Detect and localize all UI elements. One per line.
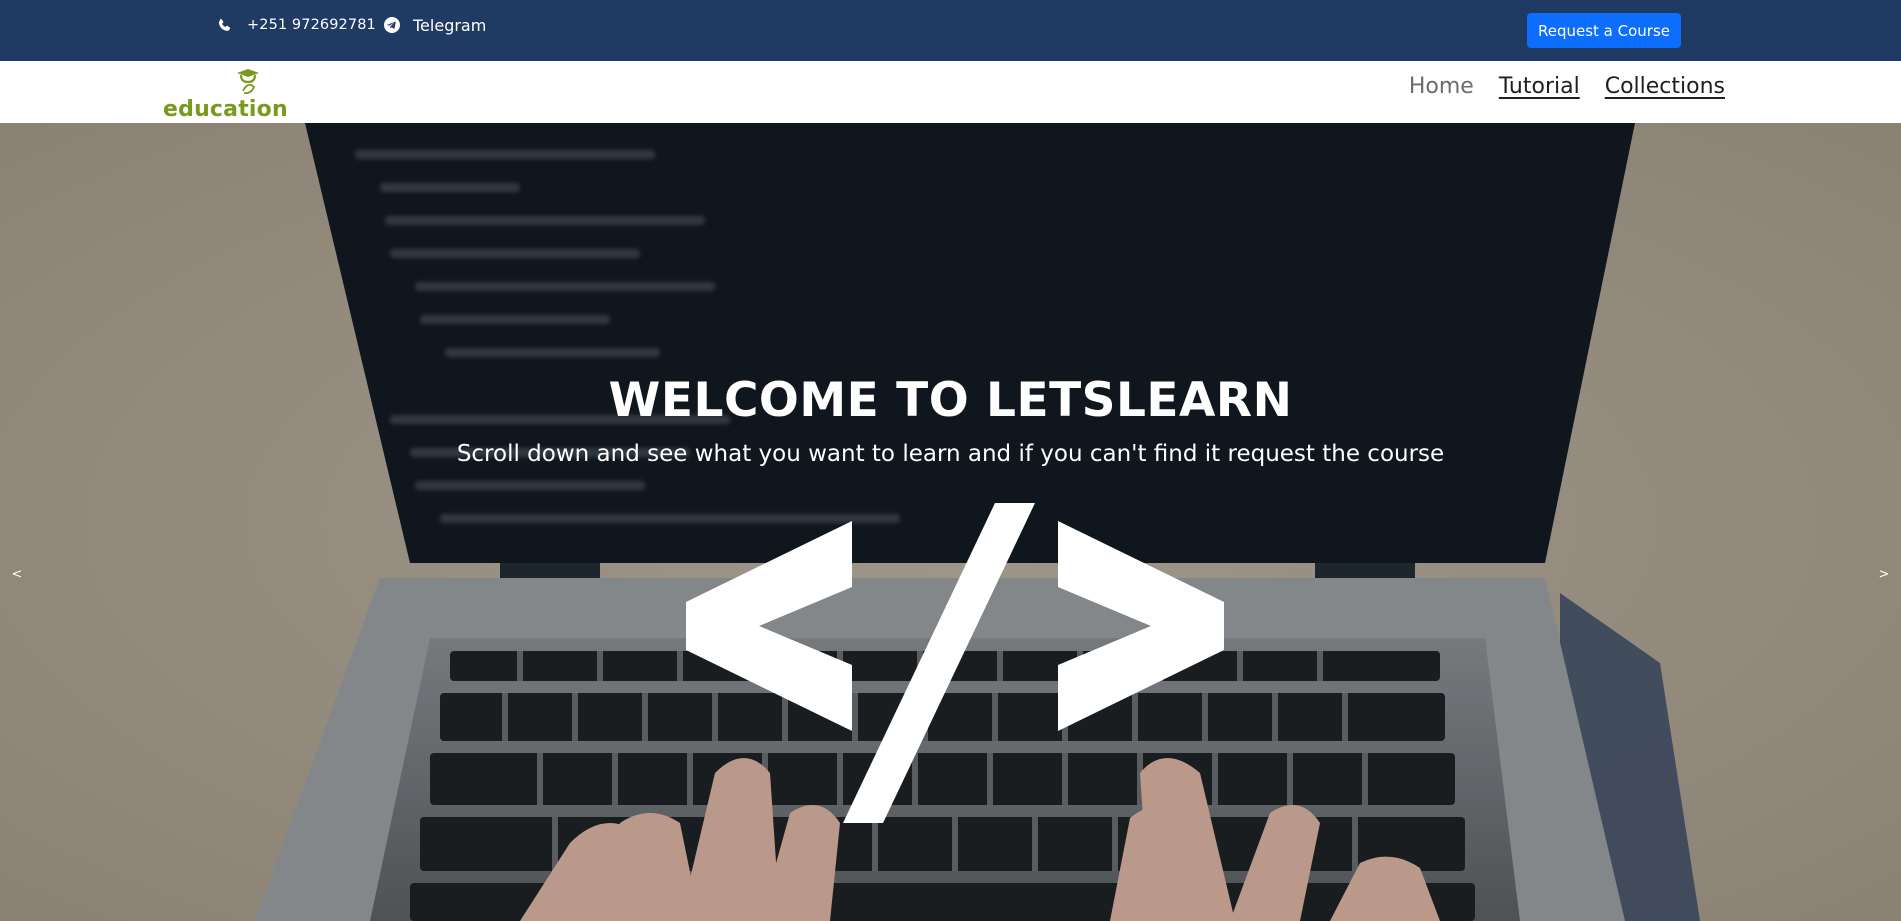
logo-text: education bbox=[163, 97, 288, 122]
nav-links: Home Tutorial Collections bbox=[1409, 74, 1725, 99]
phone-link[interactable]: +251 972692781 bbox=[217, 16, 376, 34]
nav-collections[interactable]: Collections bbox=[1605, 74, 1725, 99]
telegram-label: Telegram bbox=[413, 15, 487, 35]
phone-icon bbox=[217, 18, 232, 33]
hero-carousel: WELCOME TO LETSLEARN Scroll down and see… bbox=[0, 123, 1901, 921]
telegram-link[interactable]: Telegram bbox=[384, 15, 487, 35]
carousel-next-button[interactable]: > bbox=[1869, 559, 1899, 589]
carousel-prev-button[interactable]: < bbox=[2, 559, 32, 589]
site-logo[interactable]: education bbox=[161, 65, 288, 122]
graduation-logo-icon bbox=[233, 67, 263, 97]
telegram-icon bbox=[384, 17, 400, 33]
top-contact-bar: +251 972692781 Telegram Request a Course bbox=[0, 0, 1901, 61]
request-course-button[interactable]: Request a Course bbox=[1527, 13, 1681, 48]
code-tag-icon bbox=[686, 503, 1224, 823]
main-navbar: education Home Tutorial Collections bbox=[0, 61, 1901, 123]
phone-number: +251 972692781 bbox=[247, 17, 376, 33]
hero-title: WELCOME TO LETSLEARN bbox=[608, 373, 1293, 428]
nav-home[interactable]: Home bbox=[1409, 74, 1474, 99]
hero-subtitle: Scroll down and see what you want to lea… bbox=[456, 441, 1445, 467]
nav-tutorial[interactable]: Tutorial bbox=[1499, 74, 1580, 99]
